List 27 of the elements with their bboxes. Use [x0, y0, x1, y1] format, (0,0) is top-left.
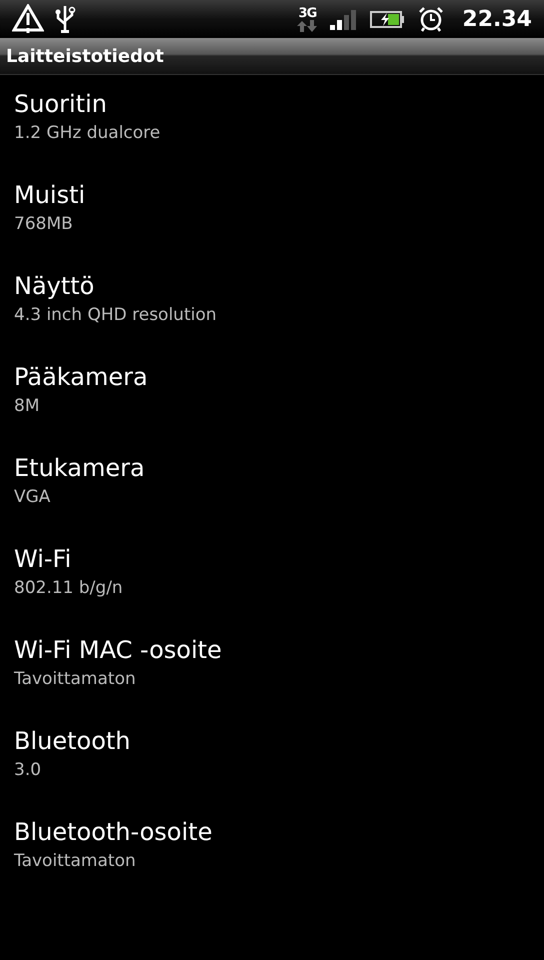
item-title: Etukamera — [14, 453, 145, 484]
item-value: 802.11 b/g/n — [14, 577, 123, 600]
item-value: VGA — [14, 486, 50, 509]
item-title: Pääkamera — [14, 362, 148, 393]
warning-icon — [12, 4, 44, 34]
item-value: 4.3 inch QHD resolution — [14, 304, 217, 327]
usb-icon — [54, 4, 76, 34]
item-value: 3.0 — [14, 759, 42, 782]
signal-icon — [330, 8, 358, 30]
item-title: Näyttö — [14, 271, 94, 302]
item-value: 8M — [14, 395, 40, 418]
screen-title: Laitteistotiedot — [6, 46, 164, 66]
item-value: Tavoittamaton — [14, 668, 136, 691]
alarm-clock-icon — [418, 6, 444, 32]
network-type: 3G — [298, 6, 316, 20]
clock-time: 22.34 — [462, 6, 532, 32]
item-title: Bluetooth-osoite — [14, 817, 212, 848]
item-title: Bluetooth — [14, 726, 131, 757]
item-title: Wi-Fi MAC -osoite — [14, 635, 222, 666]
item-value: 1.2 GHz dualcore — [14, 122, 160, 145]
data-arrows-icon — [296, 20, 318, 32]
item-value: Tavoittamaton — [14, 850, 136, 873]
battery-charging-icon — [370, 9, 406, 29]
item-title: Suoritin — [14, 89, 107, 120]
item-value: 768MB — [14, 213, 73, 236]
item-title: Wi-Fi — [14, 544, 72, 575]
item-title: Muisti — [14, 180, 86, 211]
